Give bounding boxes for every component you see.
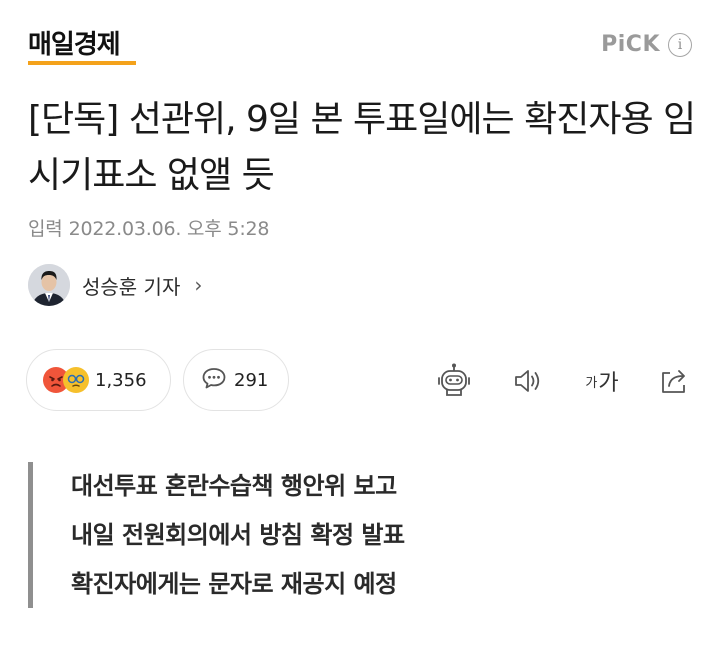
info-icon[interactable]: i <box>668 32 692 57</box>
date-value: 2022.03.06. 오후 5:28 <box>68 218 270 240</box>
font-size-small-label: 가 <box>585 375 598 391</box>
summary-line: 확진자에게는 문자로 재공지 예정 <box>71 570 397 598</box>
reaction-count: 1,356 <box>95 369 147 391</box>
comment-icon <box>200 364 228 396</box>
brand-underline <box>28 61 136 65</box>
reaction-button[interactable]: 1,356 <box>26 349 171 411</box>
summary-line: 대선투표 혼란수습책 행안위 보고 <box>71 472 397 500</box>
author-link[interactable]: 성승훈 기자 › <box>28 264 202 306</box>
avatar <box>28 264 70 306</box>
action-bar: 1,356 291 가 가 <box>26 349 696 411</box>
date-label: 입력 <box>28 218 63 240</box>
article-dateline: 입력 2022.03.06. 오후 5:28 <box>28 214 269 241</box>
comment-button[interactable]: 291 <box>183 349 289 411</box>
brand-logo[interactable]: 매일경제 <box>28 28 121 62</box>
article-headline: [단독] 선관위, 9일 본 투표일에는 확진자용 임시기표소 없앨 듯 <box>28 99 696 196</box>
author-name: 성승훈 기자 <box>82 274 181 299</box>
share-icon[interactable] <box>654 361 694 401</box>
comment-count: 291 <box>234 369 269 391</box>
speaker-icon[interactable] <box>508 361 548 401</box>
font-size-large-label: 가 <box>598 371 619 396</box>
pick-label: PiCK <box>601 32 660 57</box>
chevron-right-icon: › <box>194 273 203 297</box>
sad-emoji-icon <box>63 367 89 393</box>
font-size-icon[interactable]: 가가 <box>578 361 626 401</box>
pick-badge[interactable]: PiCK i <box>601 32 692 57</box>
summary-line: 내일 전원회의에서 방침 확정 발표 <box>71 521 405 549</box>
article-summary: 대선투표 혼란수습책 행안위 보고 내일 전원회의에서 방침 확정 발표 확진자… <box>28 462 688 608</box>
robot-summary-icon[interactable] <box>434 361 474 401</box>
header: 매일경제 PiCK i <box>0 0 720 80</box>
